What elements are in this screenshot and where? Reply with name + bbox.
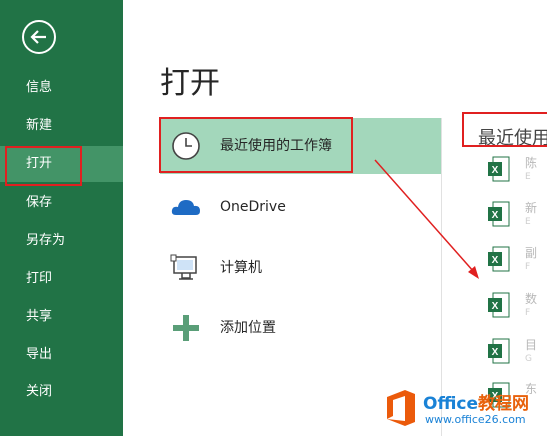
office-logo-icon — [387, 390, 415, 426]
watermark-url: www.office26.com — [425, 413, 526, 426]
watermark-logo: Office教程网 www.office26.com — [383, 383, 547, 436]
annotation-arrow-icon — [374, 159, 479, 279]
watermark-name: Office教程网 — [423, 394, 530, 414]
